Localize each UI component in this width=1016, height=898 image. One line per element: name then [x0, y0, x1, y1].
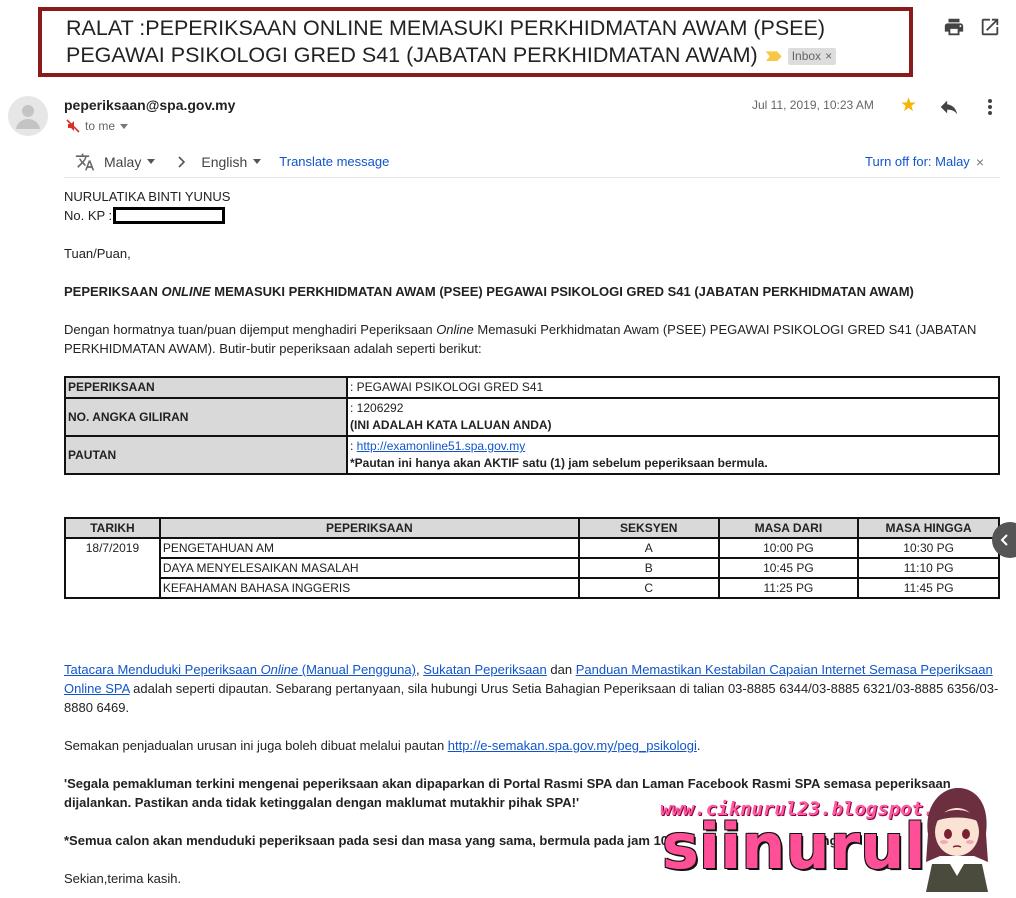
table-cell: PAUTAN	[64, 435, 348, 475]
chevron-right-icon	[178, 155, 186, 168]
more-vert-icon[interactable]	[980, 96, 1000, 118]
inbox-label-chip[interactable]: Inbox ×	[787, 47, 837, 65]
exam-link[interactable]: http://examonline51.spa.gov.my	[357, 439, 526, 453]
syllabus-link[interactable]: Sukatan Peperiksaan	[423, 662, 547, 677]
recipient-dropdown[interactable]: to me	[66, 119, 129, 133]
column-header: MASA DARI	[717, 517, 860, 539]
table-cell: 11:10 PG	[857, 557, 1000, 579]
table-cell: C	[577, 577, 720, 599]
target-language-select[interactable]: English	[201, 154, 262, 170]
email-subject: RALAT :PEPERIKSAAN ONLINE MEMASUKI PERKH…	[66, 15, 899, 69]
chevron-down-icon	[253, 159, 262, 164]
links-paragraph: Tatacara Menduduki Peperiksaan Online (M…	[64, 662, 999, 715]
chevron-down-icon	[120, 123, 129, 129]
table-cell: NO. ANGKA GILIRAN	[64, 397, 348, 437]
avatar	[8, 96, 48, 136]
remove-label-icon[interactable]: ×	[825, 49, 832, 63]
translate-icon	[75, 153, 95, 170]
print-icon[interactable]	[943, 16, 965, 38]
table-cell: : 1206292 (INI ADALAH KATA LALUAN ANDA)	[346, 397, 1000, 437]
importance-marker-icon[interactable]	[765, 51, 782, 62]
table-cell: 18/7/2019	[64, 537, 161, 599]
kp-line: No. KP :	[64, 206, 1004, 225]
redacted-box	[113, 207, 226, 224]
turn-off-translation[interactable]: Turn off for: Malay ×	[865, 154, 984, 170]
recipient-name: NURULATIKA BINTI YUNUS	[64, 189, 231, 204]
subject-highlight-frame: RALAT :PEPERIKSAAN ONLINE MEMASUKI PERKH…	[38, 7, 913, 77]
column-header: TARIKH	[64, 517, 161, 539]
table-row: NO. ANGKA GILIRAN : 1206292 (INI ADALAH K…	[64, 397, 1000, 437]
schedule-table: TARIKH PEPERIKSAAN SEKSYEN MASA DARI MAS…	[64, 517, 1000, 599]
table-cell: B	[577, 557, 720, 579]
table-cell: 10:45 PG	[717, 557, 860, 579]
table-row: DAYA MENYELESAIKAN MASALAH B 10:45 PG 11…	[65, 557, 1000, 579]
avatar-icon	[16, 105, 40, 129]
table-cell: 10:00 PG	[717, 537, 860, 559]
translate-message-link[interactable]: Translate message	[279, 154, 389, 169]
semakan-link[interactable]: http://e-semakan.spa.gov.my/peg_psikolog…	[448, 738, 697, 753]
table-cell: PENGETAHUAN AM	[158, 537, 580, 559]
source-language-select[interactable]: Malay	[104, 154, 156, 170]
exam-info-table: PEPERIKSAAN : PEGAWAI PSIKOLOGI GRED S41…	[64, 376, 1000, 475]
sender-email[interactable]: peperiksaan@spa.gov.my	[64, 97, 235, 113]
table-cell: : http://examonline51.spa.gov.my *Pautan …	[346, 435, 1000, 475]
table-row: PEPERIKSAAN : PEGAWAI PSIKOLOGI GRED S41	[64, 376, 1000, 399]
table-row: 18/7/2019 PENGETAHUAN AM A 10:00 PG 10:3…	[64, 537, 1000, 599]
intro-paragraph: Dengan hormatnya tuan/puan dijemput meng…	[64, 322, 977, 356]
greeting: Tuan/Puan,	[64, 246, 131, 261]
table-cell: KEFAHAMAN BAHASA INGGERIS	[158, 577, 580, 599]
translate-bar: Malay English Translate message Turn off…	[64, 146, 1000, 178]
email-date: Jul 11, 2019, 10:23 AM	[752, 98, 874, 112]
table-cell: 11:45 PG	[857, 577, 1000, 599]
body-heading: PEPERIKSAAN ONLINE MEMASUKI PERKHIDMATAN…	[64, 284, 914, 299]
table-row: PAUTAN : http://examonline51.spa.gov.my *…	[64, 435, 1000, 475]
table-header-row: TARIKH PEPERIKSAAN SEKSYEN MASA DARI MAS…	[64, 517, 1000, 539]
star-icon[interactable]: ★	[900, 96, 917, 116]
manual-link[interactable]: Tatacara Menduduki Peperiksaan Online (M…	[64, 662, 416, 677]
table-row: KEFAHAMAN BAHASA INGGERIS C 11:25 PG 11:…	[65, 577, 1000, 599]
table-cell: A	[577, 537, 720, 559]
muted-icon	[66, 119, 80, 133]
table-cell: PEPERIKSAAN	[64, 376, 348, 399]
column-header: MASA HINGGA	[857, 517, 1000, 539]
table-cell: DAYA MENYELESAIKAN MASALAH	[158, 557, 580, 579]
table-cell: 11:25 PG	[717, 577, 860, 599]
watermark-name: siinurul	[662, 810, 926, 883]
chevron-left-icon	[1000, 534, 1008, 546]
table-cell: : PEGAWAI PSIKOLOGI GRED S41	[346, 376, 1000, 399]
chevron-down-icon	[147, 159, 156, 164]
close-icon[interactable]: ×	[976, 154, 984, 170]
recipient-label: to me	[85, 119, 116, 133]
column-header: PEPERIKSAAN	[158, 517, 580, 539]
semakan-paragraph: Semakan penjadualan urusan ini juga bole…	[64, 738, 701, 753]
open-new-window-icon[interactable]	[979, 16, 1001, 38]
mascot-logo	[926, 788, 988, 892]
reply-icon[interactable]	[938, 96, 960, 118]
table-cell: 10:30 PG	[857, 537, 1000, 559]
column-header: SEKSYEN	[577, 517, 720, 539]
email-body: NURULATIKA BINTI YUNUS No. KP : Tuan/Pua…	[64, 187, 1004, 358]
